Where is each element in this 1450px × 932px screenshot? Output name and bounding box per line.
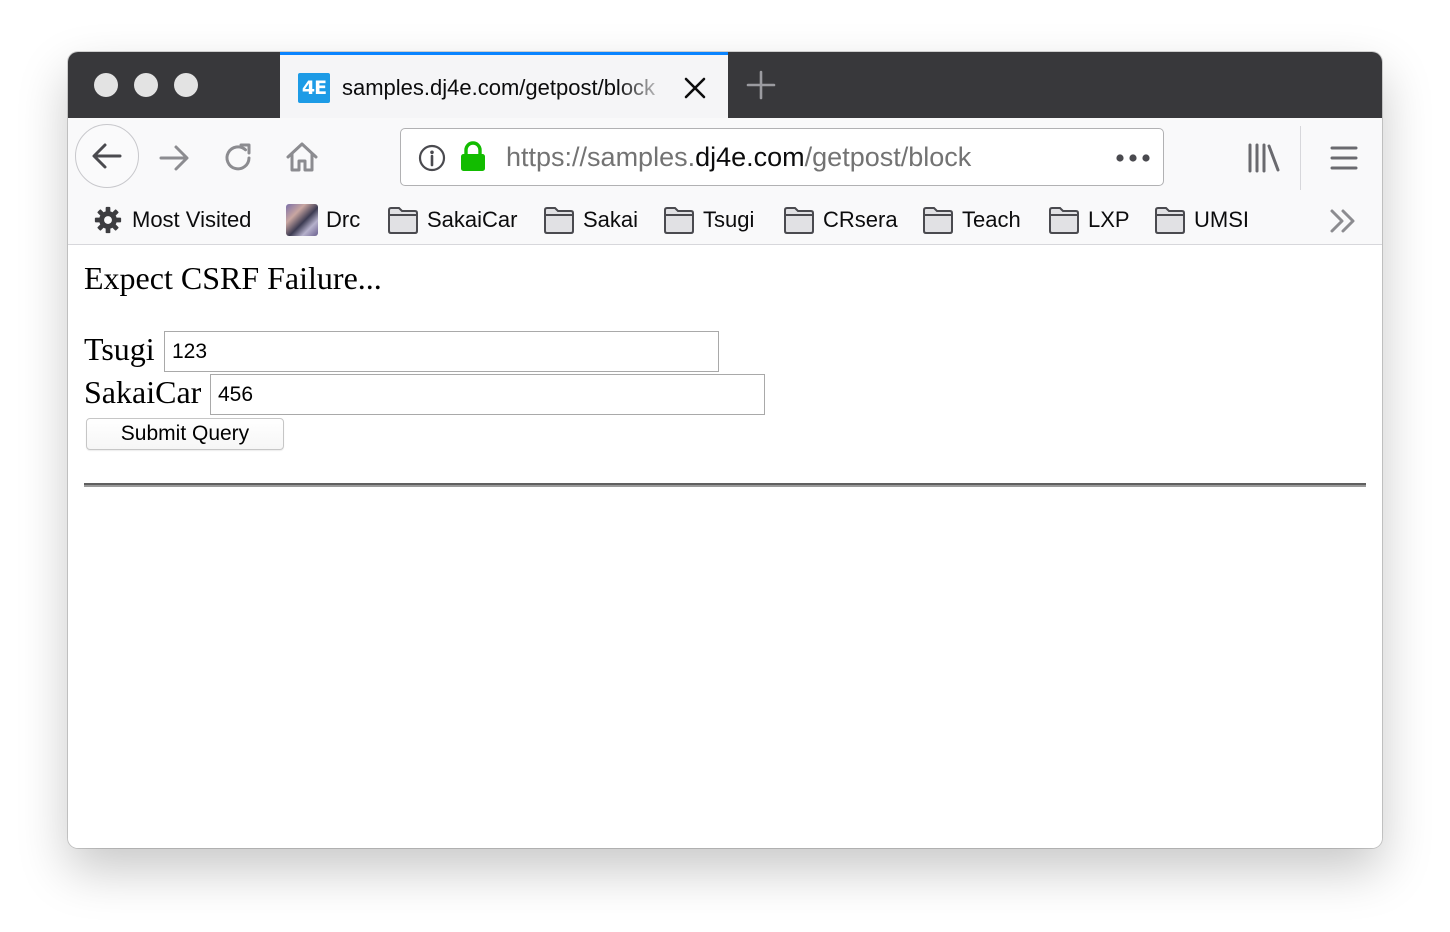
window-close-button[interactable] bbox=[94, 73, 118, 97]
url-scheme: https:// bbox=[506, 142, 588, 172]
page-actions-ellipsis-icon[interactable] bbox=[1115, 153, 1151, 163]
page-content: Expect CSRF Failure... Tsugi SakaiCar Su… bbox=[68, 245, 1382, 848]
gear-icon bbox=[94, 206, 122, 234]
folder-icon bbox=[784, 207, 814, 234]
close-icon[interactable] bbox=[682, 75, 708, 101]
tab-active[interactable]: 4E samples.dj4e.com/getpost/block bbox=[280, 52, 728, 118]
browser-window: 4E samples.dj4e.com/getpost/block https:… bbox=[68, 52, 1382, 848]
reload-icon[interactable] bbox=[220, 140, 256, 176]
url-host: dj4e.com bbox=[695, 142, 805, 172]
folder-icon bbox=[388, 207, 418, 234]
folder-icon bbox=[664, 207, 694, 234]
tab-strip: 4E samples.dj4e.com/getpost/block bbox=[68, 52, 1382, 118]
site-favicon: 4E bbox=[298, 73, 330, 103]
bookmark-label: CRsera bbox=[823, 207, 898, 232]
hamburger-menu-icon[interactable] bbox=[1326, 140, 1362, 176]
back-button[interactable] bbox=[75, 124, 139, 188]
horizontal-rule bbox=[84, 483, 1366, 487]
bookmark-label: LXP bbox=[1088, 207, 1130, 232]
forward-arrow-icon[interactable] bbox=[156, 140, 192, 176]
window-zoom-button[interactable] bbox=[174, 73, 198, 97]
info-icon[interactable] bbox=[418, 144, 446, 172]
bookmark-label: Sakai bbox=[583, 207, 639, 232]
bookmark-label: Most Visited bbox=[132, 207, 252, 232]
window-minimize-button[interactable] bbox=[134, 73, 158, 97]
toolbar-separator bbox=[1300, 126, 1301, 190]
bookmark-label: Drc bbox=[326, 207, 361, 232]
lock-icon[interactable] bbox=[459, 141, 487, 173]
folder-icon bbox=[923, 207, 953, 234]
bookmark-label: Tsugi bbox=[703, 207, 755, 232]
sakaicar-input[interactable] bbox=[210, 374, 765, 415]
folder-icon bbox=[1049, 207, 1079, 234]
bookmarks-toolbar: Most Visited Drc SakaiCar Sakai Tsugi CR… bbox=[68, 198, 1382, 245]
url-text[interactable]: https://samples.dj4e.com/getpost/block bbox=[506, 142, 971, 173]
bookmark-label: UMSI bbox=[1194, 207, 1249, 232]
sakaicar-label: SakaiCar bbox=[84, 374, 202, 410]
address-bar[interactable]: https://samples.dj4e.com/getpost/block bbox=[400, 128, 1164, 186]
tsugi-label: Tsugi bbox=[84, 331, 155, 367]
new-tab-plus-icon[interactable] bbox=[746, 70, 776, 100]
back-arrow-icon bbox=[92, 143, 122, 169]
url-subdomain: samples. bbox=[587, 142, 696, 172]
avatar-image bbox=[286, 204, 318, 236]
url-path: /getpost/block bbox=[804, 142, 972, 172]
submit-query-button[interactable]: Submit Query bbox=[86, 418, 284, 450]
folder-icon bbox=[1155, 207, 1185, 234]
tsugi-input[interactable] bbox=[164, 331, 719, 372]
chevron-overflow-icon[interactable] bbox=[1328, 207, 1358, 235]
tab-title: samples.dj4e.com/getpost/block bbox=[342, 75, 656, 100]
bookmark-label: Teach bbox=[962, 207, 1021, 232]
bookmark-label: SakaiCar bbox=[427, 207, 518, 232]
library-icon[interactable] bbox=[1246, 140, 1282, 176]
page-heading: Expect CSRF Failure... bbox=[84, 260, 382, 296]
folder-icon bbox=[544, 207, 574, 234]
navigation-toolbar: https://samples.dj4e.com/getpost/block bbox=[68, 118, 1382, 198]
home-icon[interactable] bbox=[284, 139, 320, 175]
